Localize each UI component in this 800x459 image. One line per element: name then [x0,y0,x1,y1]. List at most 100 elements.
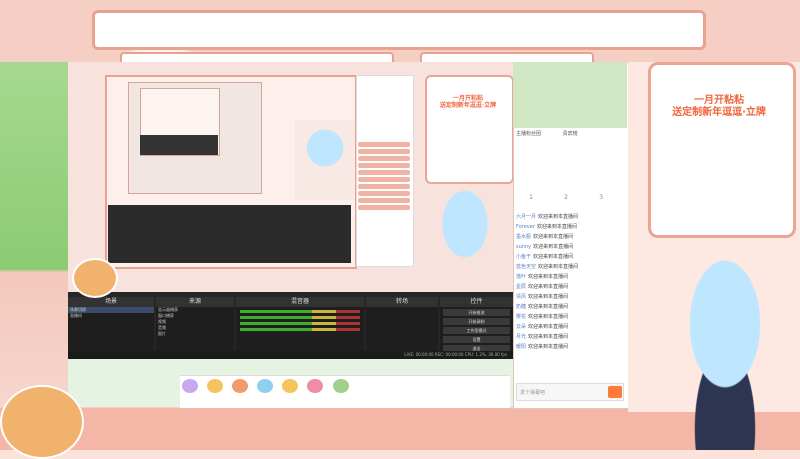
chat-text: 欢迎来到本直播间 [528,284,569,290]
chat-text: 欢迎来到本直播间 [536,224,577,230]
send-icon[interactable] [608,386,622,398]
chat-message: 清风 欢迎来到本直播间 [516,292,624,302]
chat-user[interactable]: 樱花 [516,314,526,320]
audio-meter [240,328,360,331]
left-scenery [0,62,68,407]
obs-mixer-panel: 混音器 [236,297,364,351]
gift-icon[interactable] [282,379,299,393]
obs-sources-list: 显示器捕获 窗口捕获 视频 音频 图片 [156,307,234,351]
chat-message: Forever 欢迎来到本直播间 [516,222,624,232]
chat-message: 月光 欢迎来到本直播间 [516,332,624,342]
obs-controls-body: 开始推流 开始录制 工作室模式 设置 退出 [440,307,513,351]
rank-badge: 1 [529,194,533,201]
tab-fan-club[interactable]: 主播粉丝团 [516,131,541,137]
nested-obs-1 [108,205,351,263]
nested-chat-line [358,191,410,196]
chat-user[interactable]: 小鱼干 [516,254,531,260]
obs-controls-header: 控件 [440,297,513,307]
nested-obs-3 [140,135,218,155]
chat-message: 云朵 欢迎来到本直播间 [516,322,624,332]
obs-scenes-header: 场景 [68,297,154,307]
chat-user[interactable]: 墨水瓶 [516,234,531,240]
obs-mixer-header: 混音器 [236,297,364,307]
chat-message: 樱花 欢迎来到本直播间 [516,312,624,322]
gift-icon[interactable] [332,379,349,393]
chat-user[interactable]: 蓝色天空 [516,264,536,270]
chat-text: 欢迎来到本直播间 [528,324,569,330]
start-record-button[interactable]: 开始录制 [443,318,510,325]
chat-message: 蓝色天空 欢迎来到本直播间 [516,262,624,272]
chat-user[interactable]: sunny [516,244,531,250]
chat-list: 六月一月 欢迎来到本直播间 Forever 欢迎来到本直播间 墨水瓶 欢迎来到本直播间… [516,212,624,372]
chat-user[interactable]: 月光 [516,334,526,340]
gift-bar [180,375,510,408]
gift-icon[interactable] [307,379,324,393]
chat-text: 欢迎来到本直播间 [533,254,574,260]
title-banner [92,10,706,50]
chat-text: 欢迎来到本直播间 [528,294,569,300]
chat-text: 欢迎来到本直播间 [528,274,569,280]
chat-header-scene [513,62,627,128]
nested-chat-line [358,184,410,189]
rank-row: 1 2 3 [516,158,624,210]
nested-promo-title: 一月开粘粘 [452,95,483,102]
nested-chat-line [358,163,410,168]
chat-user[interactable]: 落叶 [516,274,526,280]
chat-user[interactable]: 六月一月 [516,214,536,220]
nested-chat-line [358,170,410,175]
nested-promo-subtitle: 送定制新年逗逗·立牌 [439,102,497,109]
rank-badge: 2 [564,194,568,201]
nested-chat-line [358,177,410,182]
chat-user[interactable]: 暖阳 [516,344,526,350]
nested-chat-line [358,149,410,154]
nested-chat-line [358,156,410,161]
scene-item[interactable]: 直播间 [68,313,154,319]
promo-card [648,62,796,238]
obs-sources-panel: 来源 显示器捕获 窗口捕获 视频 音频 图片 [156,297,234,351]
obs-sources-header: 来源 [156,297,234,307]
gift-icon[interactable] [207,379,224,393]
obs-status-bar: LIVE: 00:00:00 REC: 00:00:00 CPU: 1.2%, … [68,351,513,359]
start-stream-button[interactable]: 开始推流 [443,309,510,316]
audio-meter [240,322,360,325]
nested-avatar [295,120,355,200]
obs-transitions-header: 转场 [366,297,438,307]
rank-badge: 3 [599,194,604,201]
audio-meter [240,310,360,313]
studio-mode-button[interactable]: 工作室模式 [443,327,510,334]
chat-message: 墨水瓶 欢迎来到本直播间 [516,232,624,242]
chat-user[interactable]: 清风 [516,294,526,300]
chat-text: 欢迎来到本直播间 [533,234,574,240]
obs-scenes-panel: 场景 场景切换 直播间 [68,297,154,351]
promo-subtitle: 送定制新年逗逗·立牌 [672,107,766,118]
settings-button[interactable]: 设置 [443,336,510,343]
chat-message: sunny 欢迎来到本直播间 [516,242,624,252]
gift-icon[interactable] [257,379,274,393]
source-item[interactable]: 图片 [156,331,234,337]
nested-promo-card [425,75,514,184]
chat-text: 欢迎来到本直播间 [538,264,579,270]
tiger-icon [0,385,84,459]
chat-message: 六月一月 欢迎来到本直播间 [516,212,624,222]
chat-message: 落叶 欢迎来到本直播间 [516,272,624,282]
gift-icon[interactable] [232,379,249,393]
chat-user[interactable]: Forever [516,224,535,230]
chat-user[interactable]: 奶糖 [516,304,526,310]
chat-message: 小鱼干 欢迎来到本直播间 [516,252,624,262]
chat-message: 星辰 欢迎来到本直播间 [516,282,624,292]
avatar-mid [420,180,510,290]
tab-vip-rank[interactable]: 贵宾榜 [563,131,578,137]
chat-text: 欢迎来到本直播间 [533,244,574,250]
audio-meter [240,316,360,319]
nested-promo-text: 一月开粘粘 送定制新年逗逗·立牌 [428,95,508,109]
chat-message: 奶糖 欢迎来到本直播间 [516,302,624,312]
promo-text: 一月开粘粘 送定制新年逗逗·立牌 [655,95,783,119]
obs-controls-panel: 控件 开始推流 开始录制 工作室模式 设置 退出 [440,297,513,351]
nested-chat-line [358,142,410,147]
obs-transitions-panel: 转场 [366,297,438,351]
chat-user[interactable]: 星辰 [516,284,526,290]
chat-user[interactable]: 云朵 [516,324,526,330]
obs-scenes-list: 场景切换 直播间 [68,307,154,351]
gift-icon[interactable] [182,379,198,393]
nested-chat-line [358,205,410,210]
